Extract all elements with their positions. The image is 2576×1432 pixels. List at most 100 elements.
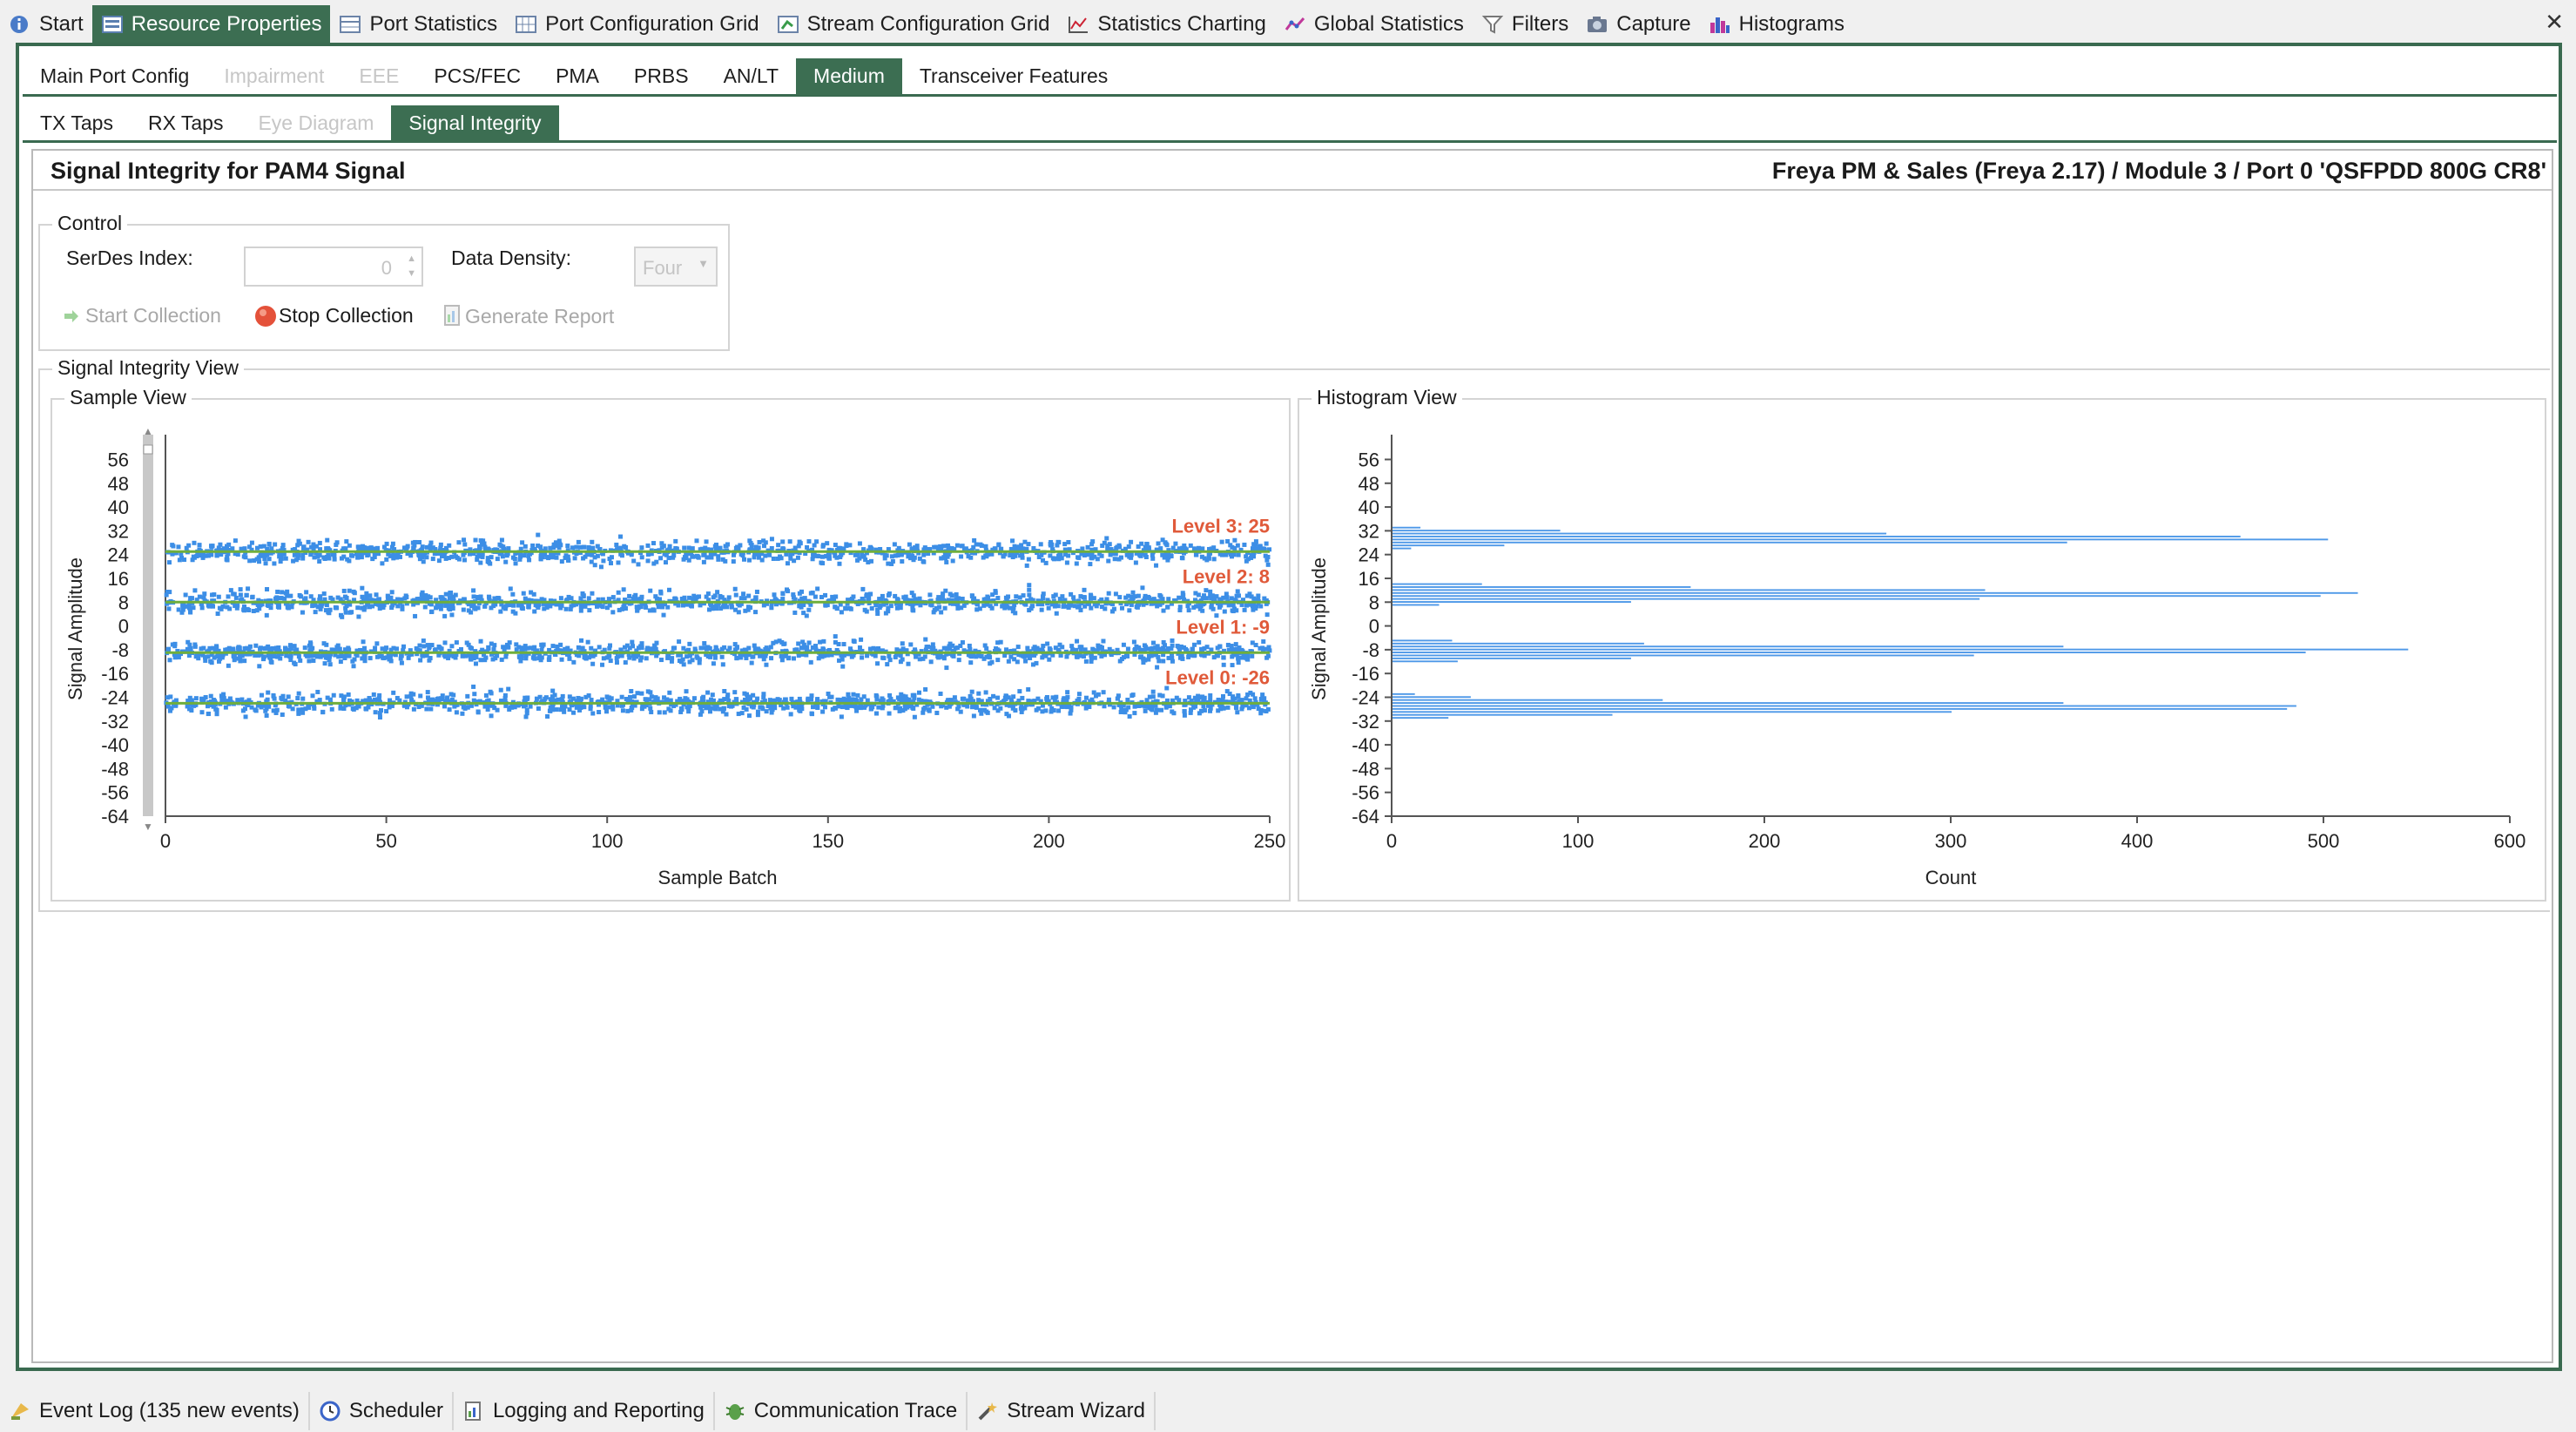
tab-pma[interactable]: PMA [538,58,617,95]
sample-point [266,557,272,562]
sample-point [1019,709,1024,714]
page-title: Signal Integrity for PAM4 Signal [51,158,406,184]
sample-point [1253,643,1258,648]
sample-point [1083,659,1089,664]
tab-port-configuration-grid[interactable]: Port Configuration Grid [506,5,767,44]
sample-point [569,596,574,601]
sample-point [1119,605,1124,611]
sample-point [497,542,502,547]
level-label: Level 1: -9 [1176,616,1270,638]
y-tick-label: -56 [1352,782,1379,804]
sample-point [1232,537,1237,543]
sample-point [567,656,572,661]
sample-point [769,656,774,661]
sample-point [458,646,463,652]
sample-point [390,541,395,546]
sample-point [578,705,583,710]
sample-point [1125,697,1130,702]
tab-global-statistics[interactable]: Global Statistics [1275,5,1473,44]
sample-point [1045,641,1050,646]
tab-rx-taps[interactable]: RX Taps [131,105,241,142]
sample-point [360,585,365,591]
sample-point [554,707,559,713]
stop-collection-button[interactable]: Stop Collection [254,304,414,328]
tab-histograms[interactable]: Histograms [1700,5,1853,44]
sample-point [239,653,245,659]
sample-point [1150,640,1156,645]
sample-point [809,693,814,699]
tab-start[interactable]: Start [0,5,92,44]
tab-stream-configuration-grid[interactable]: Stream Configuration Grid [768,5,1059,44]
sample-point [257,664,262,669]
tab-logging-and-reporting[interactable]: Logging and Reporting [453,1392,715,1430]
close-icon[interactable]: ✕ [2545,9,2564,36]
sample-point [815,586,820,591]
sample-point [436,558,442,564]
sample-point [875,607,880,612]
tab-statistics-charting[interactable]: Statistics Charting [1058,5,1274,44]
histogram-bar [1393,589,1986,591]
tab-medium[interactable]: Medium [796,57,902,95]
tab-filters[interactable]: Filters [1473,5,1577,44]
sample-point [589,559,594,564]
sample-point [820,709,826,714]
sample-point [1066,553,1071,558]
sample-point [286,694,291,699]
tab-transceiver-features[interactable]: Transceiver Features [902,58,1125,95]
tab-stream-wizard[interactable]: Stream Wizard [968,1392,1156,1430]
sample-point [836,704,841,709]
x-tick-label: 250 [1254,830,1286,852]
tab-scheduler[interactable]: Scheduler [309,1392,454,1430]
sample-point [475,605,481,611]
sample-point [941,645,947,651]
sample-point [447,707,452,713]
sample-point [1217,644,1223,649]
sample-point [208,693,213,699]
sample-point [1208,593,1213,598]
sample-point [254,608,260,613]
sample-point [1174,695,1179,700]
sample-view-chart: ▲▼0 50 100 150 200 25056484032241680-8-16-24-… [64,425,1286,888]
sample-point [495,557,500,562]
sample-point [1003,693,1008,699]
sample-point [1041,644,1046,649]
tab-prbs[interactable]: PRBS [617,58,706,95]
sample-point [327,611,332,616]
sample-point [226,663,231,668]
sample-point [654,653,659,659]
tab-capture[interactable]: Capture [1577,5,1699,44]
sample-point [855,692,860,698]
sample-point [610,610,616,615]
sample-point [192,540,197,545]
sample-point [644,605,649,610]
sample-point [449,612,455,618]
sample-point [1088,562,1093,567]
sample-point [374,641,380,646]
tab-communication-trace[interactable]: Communication Trace [714,1392,968,1430]
sample-point [1112,557,1117,562]
sample-point [773,639,779,645]
tab-port-statistics[interactable]: Port Statistics [330,5,506,44]
tab-event-log[interactable]: Event Log (135 new events) [0,1392,310,1430]
sample-point [250,595,255,600]
tab-signal-integrity[interactable]: Signal Integrity [391,105,559,142]
stop-collection-label: Stop Collection [279,304,414,327]
sample-point [394,695,400,700]
sample-point [1193,704,1198,709]
tab-main-port-config[interactable]: Main Port Config [23,58,206,95]
sample-point [1150,689,1156,694]
sample-point [629,552,634,557]
tab-resource-properties[interactable]: Resource Properties [91,5,331,44]
sample-point [903,594,908,599]
tab-tx-taps[interactable]: TX Taps [23,105,131,142]
sample-point [344,595,349,600]
tab-an-lt[interactable]: AN/LT [706,58,796,95]
sample-point [1027,654,1032,659]
tab-pcs-fec[interactable]: PCS/FEC [416,58,538,95]
sample-point [788,556,793,561]
sample-point [1249,594,1254,599]
sample-point [215,611,220,617]
sample-point [1258,711,1264,716]
histogram-bar [1393,595,2321,598]
sample-point [1136,593,1141,598]
